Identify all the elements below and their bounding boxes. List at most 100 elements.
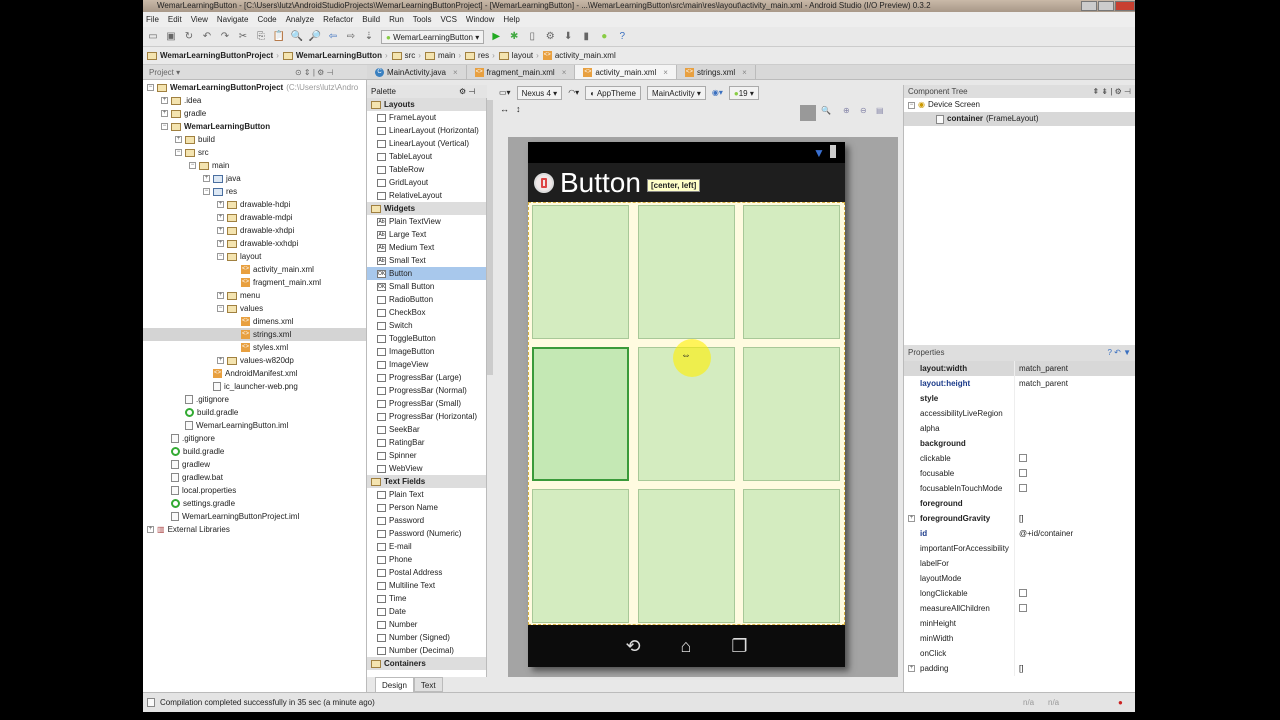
zoom-fit-icon[interactable]: 🔍 [821, 106, 831, 115]
grid-cell[interactable] [532, 205, 629, 339]
project-view-select[interactable]: Project ▾ [149, 68, 180, 77]
tree-item[interactable]: <> AndroidManifest.xml [143, 367, 366, 380]
property-value[interactable] [1014, 556, 1135, 571]
tab-fragment-main-xml[interactable]: <> fragment_main.xml × [467, 65, 576, 79]
zoom-actual-button[interactable] [800, 105, 816, 121]
tree-item[interactable]: WemarLearningButtonProject.iml [143, 510, 366, 523]
tree-node-device-screen[interactable]: − ◉ Device Screen [904, 98, 1135, 112]
property-row[interactable]: layout:width match_parent [904, 361, 1135, 376]
collapse-icon[interactable]: − [217, 253, 224, 260]
event-log-icon[interactable]: ● [1118, 698, 1123, 707]
breadcrumb-item[interactable]: <> activity_main.xml [542, 51, 616, 60]
tree-item[interactable]: <> fragment_main.xml [143, 276, 366, 289]
property-value[interactable] [1014, 421, 1135, 436]
tree-item[interactable]: gradlew [143, 458, 366, 471]
palette-item[interactable]: Multiline Text [367, 579, 486, 592]
grid-cell[interactable] [532, 489, 629, 623]
property-row[interactable]: layout:height match_parent [904, 376, 1135, 391]
palette-scrollbar[interactable] [487, 100, 493, 375]
tree-item[interactable]: local.properties [143, 484, 366, 497]
tree-item[interactable]: + values-w820dp [143, 354, 366, 367]
breadcrumb-item[interactable]: src › [391, 51, 421, 60]
breadcrumb-item[interactable]: res › [464, 51, 495, 60]
cut-icon[interactable]: ✂ [237, 31, 249, 43]
grid-cell[interactable] [637, 205, 735, 339]
toggle-tool-windows-icon[interactable] [147, 698, 155, 707]
palette-item[interactable]: GridLayout [367, 176, 486, 189]
close-tab-icon[interactable]: × [453, 65, 458, 80]
find-icon[interactable]: 🔍 [291, 31, 303, 43]
property-row[interactable]: onClick [904, 646, 1135, 661]
tree-item[interactable]: + .idea [143, 94, 366, 107]
property-row[interactable]: + foregroundGravity [] [904, 511, 1135, 526]
property-value[interactable] [1014, 451, 1135, 466]
property-row[interactable]: measureAllChildren [904, 601, 1135, 616]
expand-icon[interactable]: + [161, 97, 168, 104]
project-structure-icon[interactable]: ⚙ [544, 31, 556, 43]
undo-icon[interactable]: ↶ [201, 31, 213, 43]
run-config-select[interactable]: ● WemarLearningButton ▾ [381, 29, 485, 44]
fit-width-icon[interactable]: ↔ [500, 104, 509, 114]
palette-item[interactable]: Ab Medium Text [367, 241, 486, 254]
tree-item[interactable]: <> activity_main.xml [143, 263, 366, 276]
render-config-icon[interactable]: ▭▾ [499, 88, 511, 97]
expand-icon[interactable]: + [217, 214, 224, 221]
sync-icon[interactable]: ↻ [183, 31, 195, 43]
expand-icon[interactable]: + [175, 136, 182, 143]
grid-cell[interactable] [532, 347, 629, 481]
property-value[interactable] [1014, 541, 1135, 556]
palette-item[interactable]: CheckBox [367, 306, 486, 319]
tab-activity-main-xml[interactable]: <> activity_main.xml × [575, 65, 677, 79]
tree-item[interactable]: − WemarLearningButton [143, 120, 366, 133]
api-level-select[interactable]: ●19 ▾ [728, 85, 759, 100]
palette-item[interactable]: Switch [367, 319, 486, 332]
menu-run[interactable]: Run [389, 12, 404, 27]
palette-item[interactable]: RadioButton [367, 293, 486, 306]
props-tools-icon[interactable]: ? ↶ ▼ [1107, 345, 1131, 361]
palette-item[interactable]: TableLayout [367, 150, 486, 163]
activity-select[interactable]: MainActivity ▾ [646, 85, 706, 100]
palette-item[interactable]: ProgressBar (Normal) [367, 384, 486, 397]
property-row[interactable]: layoutMode [904, 571, 1135, 586]
paste-icon[interactable]: 📋 [273, 31, 285, 43]
expand-icon[interactable]: + [908, 665, 915, 672]
checkbox[interactable] [1019, 589, 1027, 597]
expand-icon[interactable]: + [217, 240, 224, 247]
palette-group-text-fields[interactable]: Text Fields [367, 475, 486, 488]
grid-cell[interactable] [743, 489, 840, 623]
palette-item[interactable]: Number (Decimal) [367, 644, 486, 657]
property-value[interactable] [1014, 496, 1135, 511]
menu-analyze[interactable]: Analyze [286, 12, 314, 27]
palette-group-widgets[interactable]: Widgets [367, 202, 486, 215]
palette-item[interactable]: Phone [367, 553, 486, 566]
back-nav-icon[interactable]: ⟲ [625, 636, 640, 657]
property-value[interactable] [1014, 616, 1135, 631]
tree-item[interactable]: − values [143, 302, 366, 315]
menu-window[interactable]: Window [466, 12, 494, 27]
property-value[interactable] [1014, 391, 1135, 406]
palette-item[interactable]: FrameLayout [367, 111, 486, 124]
checkbox[interactable] [1019, 469, 1027, 477]
close-tab-icon[interactable]: × [742, 65, 747, 80]
property-value[interactable]: match_parent [1014, 361, 1135, 376]
palette-item[interactable]: ImageView [367, 358, 486, 371]
property-row[interactable]: style [904, 391, 1135, 406]
property-value[interactable] [1014, 466, 1135, 481]
help-icon[interactable]: ? [616, 31, 628, 43]
menu-edit[interactable]: Edit [168, 12, 182, 27]
expand-icon[interactable]: + [217, 292, 224, 299]
property-value[interactable]: @+id/container [1014, 526, 1135, 541]
property-row[interactable]: alpha [904, 421, 1135, 436]
tree-item[interactable]: <> styles.xml [143, 341, 366, 354]
open-icon[interactable]: ▭ [147, 31, 159, 43]
palette-item[interactable]: Ab Small Text [367, 254, 486, 267]
expand-icon[interactable]: + [217, 227, 224, 234]
grid-cell[interactable] [743, 347, 840, 481]
tree-item[interactable]: + drawable-xxhdpi [143, 237, 366, 250]
grid-cell[interactable] [637, 489, 735, 623]
tree-tools-icon[interactable]: ⇞ ⇟ | ⚙ ⊣ [1092, 85, 1131, 98]
orientation-select[interactable]: ◠▾ [568, 88, 579, 97]
expand-icon[interactable]: + [217, 201, 224, 208]
menu-vcs[interactable]: VCS [440, 12, 456, 27]
property-row[interactable]: focusable [904, 466, 1135, 481]
